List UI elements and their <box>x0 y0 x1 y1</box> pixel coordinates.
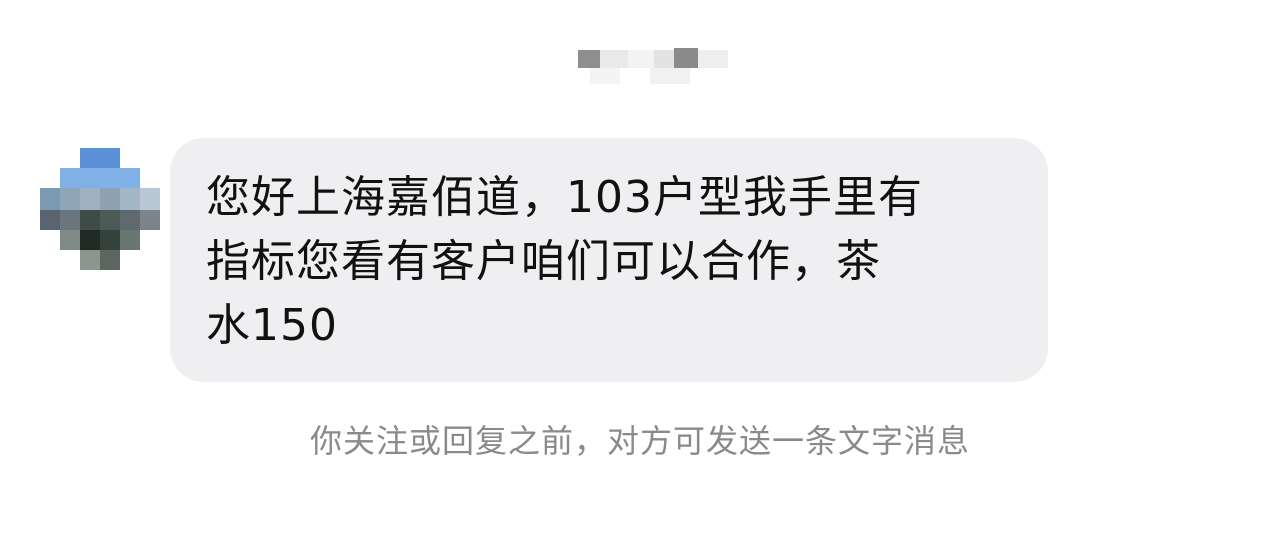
message-bubble[interactable]: 您好上海嘉佰道，103户型我手里有 指标您看有客户咱们可以合作，茶 水150 <box>170 138 1048 382</box>
message-line: 您好上海嘉佰道，103户型我手里有 <box>206 172 923 223</box>
message-text: 您好上海嘉佰道，103户型我手里有 指标您看有客户咱们可以合作，茶 水150 <box>206 166 1012 358</box>
message-limit-notice: 你关注或回复之前，对方可发送一条文字消息 <box>309 422 970 460</box>
contact-name-pixelated <box>570 42 740 92</box>
avatar[interactable] <box>40 148 162 270</box>
message-line: 指标您看有客户咱们可以合作，茶 <box>206 236 881 287</box>
message-line: 水150 <box>206 300 338 351</box>
